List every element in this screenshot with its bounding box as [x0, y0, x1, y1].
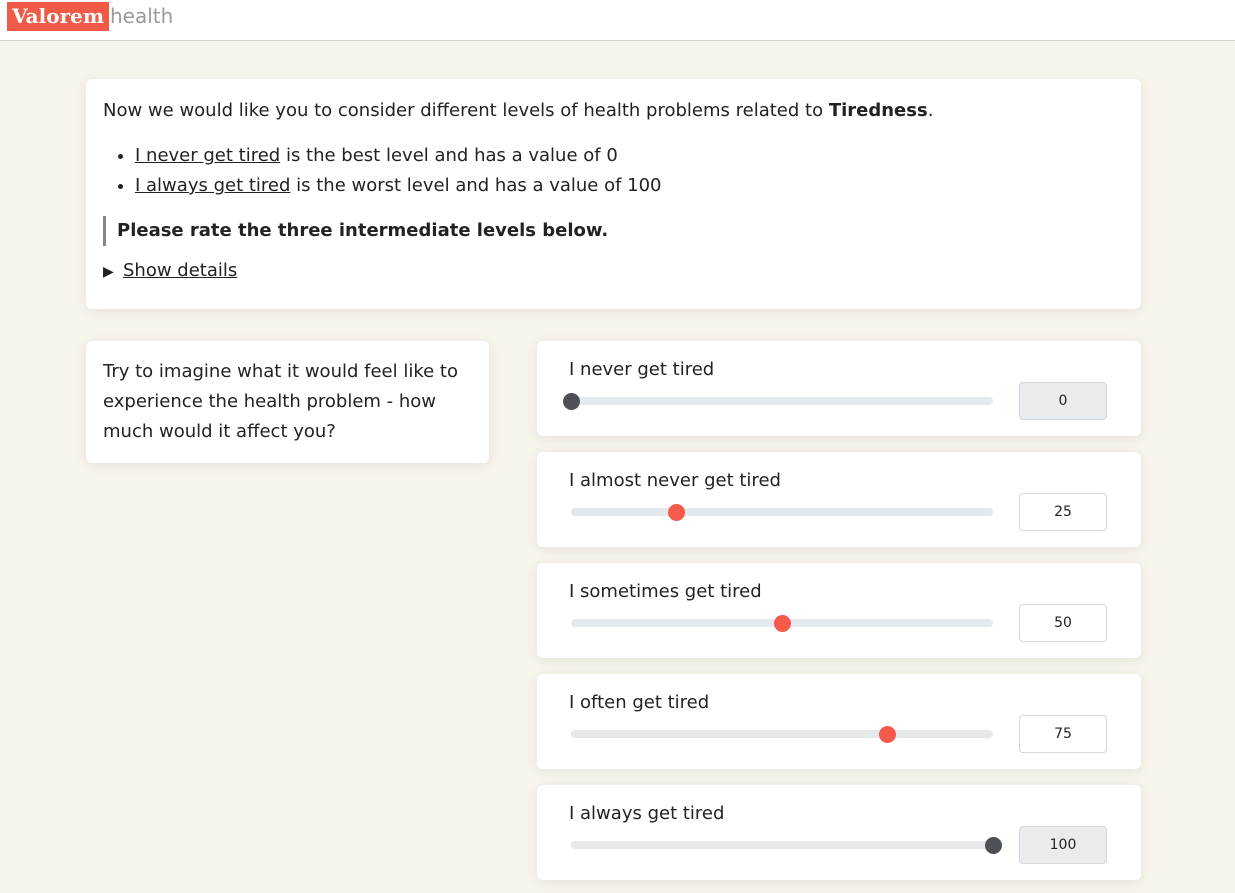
slider-value-input[interactable]: 75	[1019, 715, 1107, 753]
slider-card: I almost never get tired 25	[537, 452, 1141, 547]
slider-label: I always get tired	[569, 803, 725, 824]
level-list: I never get tired is the best level and …	[103, 141, 662, 201]
slider-card: I never get tired 0	[537, 341, 1141, 436]
intro-lead: Now we would like you to consider differ…	[103, 91, 933, 131]
slider-label: I never get tired	[569, 359, 715, 380]
slider-card: I sometimes get tired 50	[537, 563, 1141, 658]
slider-thumb	[984, 836, 1002, 854]
intro-card: Now we would like you to consider differ…	[86, 79, 1141, 309]
slider-thumb[interactable]	[668, 503, 685, 521]
triangle-right-icon: ▶	[103, 264, 114, 280]
logo-main-text: Valorem	[12, 4, 105, 28]
lead-topic: Tiredness	[828, 100, 928, 121]
best-level-text: is the best level and has a value of 0	[280, 145, 618, 166]
list-item: I never get tired is the best level and …	[135, 141, 662, 171]
slider-track[interactable]	[571, 725, 993, 743]
lead-suffix: .	[927, 100, 934, 121]
slider-thumb[interactable]	[773, 614, 791, 632]
slider-value-input: 100	[1019, 826, 1107, 864]
slider-label: I almost never get tired	[569, 470, 781, 491]
slider-track[interactable]	[571, 614, 993, 632]
worst-level-text: is the worst level and has a value of 10…	[290, 175, 662, 196]
show-details-toggle[interactable]: ▶ Show details	[103, 257, 237, 286]
slider-card: I often get tired 75	[537, 674, 1141, 769]
imagine-text: Try to imagine what it would feel like t…	[103, 361, 458, 442]
slider-track	[562, 392, 993, 410]
slider-label: I often get tired	[569, 692, 710, 713]
top-bar: Valorem health	[0, 0, 1235, 41]
slider-track[interactable]	[571, 503, 993, 521]
slider-value-input: 0	[1019, 382, 1107, 420]
slider-thumb[interactable]	[879, 725, 896, 743]
slider-value-input[interactable]: 25	[1019, 493, 1107, 531]
best-level-link[interactable]: I never get tired	[135, 145, 280, 166]
slider-thumb	[562, 392, 580, 410]
slider-card: I always get tired 100	[537, 785, 1141, 880]
imagine-card: Try to imagine what it would feel like t…	[86, 341, 489, 463]
instruction-quote: Please rate the three intermediate level…	[103, 216, 717, 246]
worst-level-link[interactable]: I always get tired	[135, 175, 290, 196]
lead-text: Now we would like you to consider differ…	[103, 100, 829, 121]
slider-track	[571, 836, 1002, 854]
slider-label: I sometimes get tired	[569, 581, 762, 602]
logo-suffix: health	[110, 4, 174, 28]
show-details-label: Show details	[123, 260, 238, 281]
slider-value-input[interactable]: 50	[1019, 604, 1107, 642]
list-item: I always get tired is the worst level an…	[135, 171, 662, 201]
brand-logo[interactable]: Valorem	[7, 2, 110, 31]
